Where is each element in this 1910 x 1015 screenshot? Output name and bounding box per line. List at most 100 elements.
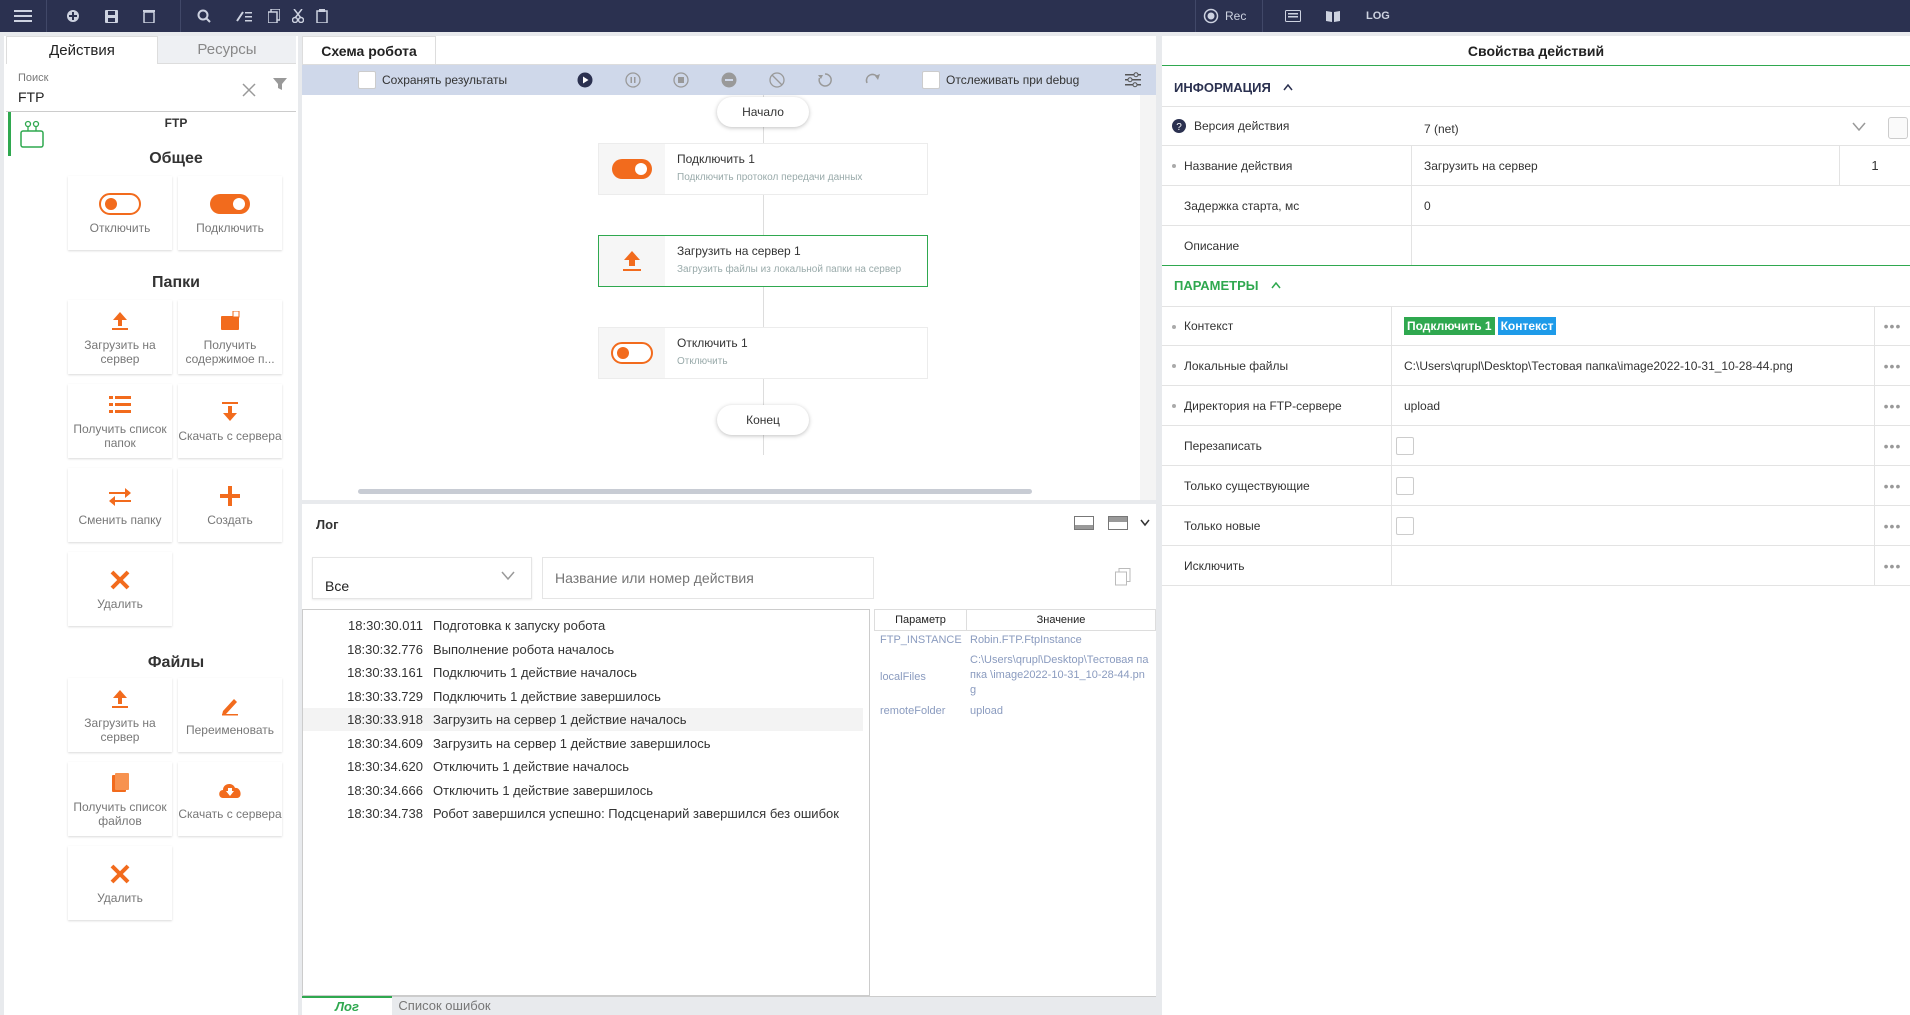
paste-icon[interactable] (314, 8, 330, 24)
edit-list-icon[interactable] (236, 8, 252, 24)
copy-icon[interactable] (1115, 568, 1131, 586)
filter-icon[interactable] (272, 76, 288, 92)
help-icon[interactable]: ? (1172, 119, 1186, 133)
log-row[interactable]: 18:30:34.666 Отключить 1 действие заверши… (303, 779, 863, 802)
block-icon[interactable] (769, 72, 785, 88)
log-row[interactable]: 18:30:33.918 Загрузить на сервер 1 действ… (303, 708, 863, 731)
log-button[interactable]: LOG (1366, 10, 1390, 22)
search-box[interactable]: Поиск FTP (6, 68, 296, 112)
search-input[interactable]: FTP (18, 89, 44, 105)
log-row[interactable]: 18:30:34.738 Робот завершился успешно: По… (303, 802, 863, 825)
log-message: Робот завершился успешно: Подсценарий за… (433, 806, 839, 821)
start-node[interactable]: Начало (717, 97, 809, 127)
upload-icon (112, 312, 128, 330)
rec-button[interactable]: Rec (1203, 8, 1246, 24)
tile-change-folder[interactable]: Сменить папку (68, 468, 172, 542)
stop-icon[interactable] (673, 72, 689, 88)
tab-schema[interactable]: Схема робота (302, 36, 436, 64)
tab-log[interactable]: Лог (302, 996, 392, 1015)
more-icon[interactable]: ••• (1874, 346, 1910, 385)
settings-sliders-icon[interactable] (1125, 72, 1141, 88)
log-row[interactable]: 18:30:34.620 Отключить 1 действие началос… (303, 755, 863, 778)
more-icon[interactable]: ••• (1874, 466, 1910, 505)
info-section-toggle[interactable]: ИНФОРМАЦИЯ (1174, 80, 1293, 95)
local-files-input[interactable]: C:\Users\qrupl\Desktop\Тестовая папка\im… (1392, 346, 1874, 385)
more-icon[interactable]: ••• (1874, 307, 1910, 345)
overwrite-checkbox[interactable] (1396, 436, 1414, 455)
node-disconnect[interactable]: Отключить 1 Отключить (598, 327, 928, 379)
restart-icon[interactable] (817, 72, 833, 88)
tile-get-folders[interactable]: Получить список папок (68, 384, 172, 458)
only-new-checkbox[interactable] (1396, 516, 1414, 535)
tile-create[interactable]: Создать (178, 468, 282, 542)
end-node[interactable]: Конец (717, 405, 809, 435)
tab-actions[interactable]: Действия (6, 36, 158, 64)
layout-top-icon[interactable] (1074, 516, 1094, 530)
params-section-toggle[interactable]: ПАРАМЕТРЫ (1174, 278, 1281, 293)
node-connect[interactable]: Подключить 1 Подключить протокол передачи… (598, 143, 928, 195)
log-row[interactable]: 18:30:33.729 Подключить 1 действие заверш… (303, 685, 863, 708)
name-number[interactable]: 1 (1840, 146, 1910, 185)
save-icon[interactable] (103, 8, 119, 24)
tab-errors[interactable]: Список ошибок (392, 996, 497, 1015)
chevron-down-icon[interactable] (1140, 519, 1150, 527)
description-input[interactable] (1412, 226, 1910, 265)
tab-resources[interactable]: Ресурсы (158, 36, 296, 64)
context-value[interactable]: Подключить 1 Контекст (1392, 307, 1874, 345)
log-time: 18:30:34.666 (347, 782, 423, 798)
more-icon[interactable]: ••• (1874, 506, 1910, 545)
save-results-checkbox[interactable]: Сохранять результаты (358, 71, 507, 89)
log-row[interactable]: 18:30:30.011 Подготовка к запуску робота (303, 614, 863, 637)
track-debug-checkbox[interactable]: Отслеживать при debug (922, 71, 1079, 89)
trash-icon[interactable] (141, 8, 157, 24)
pause-icon[interactable] (625, 72, 641, 88)
log-row[interactable]: 18:30:34.609 Загрузить на сервер 1 действ… (303, 732, 863, 755)
delay-input[interactable]: 0 (1412, 186, 1910, 225)
version-select[interactable]: 7 (net) (1412, 107, 1910, 145)
tile-upload[interactable]: Загрузить на сервер (68, 300, 172, 374)
node-upload[interactable]: Загрузить на сервер 1 Загрузить файлы из … (598, 235, 928, 287)
tile-get-contents[interactable]: Получить содержимое п... (178, 300, 282, 374)
tile-rename[interactable]: Переименовать (178, 678, 282, 752)
tile-disconnect[interactable]: Отключить (68, 176, 172, 250)
redo-icon[interactable] (865, 72, 881, 88)
play-icon[interactable] (577, 72, 593, 88)
context-tag-context[interactable]: Контекст (1497, 317, 1557, 335)
search-icon[interactable] (196, 8, 212, 24)
layout-bottom-icon[interactable] (1108, 516, 1128, 530)
tile-connect[interactable]: Подключить (178, 176, 282, 250)
keyboard-icon[interactable] (1285, 8, 1301, 24)
cut-icon[interactable] (290, 8, 306, 24)
tile-download[interactable]: Скачать с сервера (178, 384, 282, 458)
log-time: 18:30:34.738 (347, 806, 423, 821)
tile-delete[interactable]: Удалить (68, 552, 172, 626)
clear-icon[interactable] (242, 83, 256, 97)
vertical-scrollbar[interactable] (1140, 95, 1156, 500)
book-icon[interactable] (1325, 8, 1341, 24)
tile-download-file[interactable]: Скачать с сервера (178, 762, 282, 836)
log-row[interactable]: 18:30:32.776 Выполнение робота началось (303, 638, 863, 661)
more-icon[interactable]: ••• (1874, 386, 1910, 425)
schema-canvas[interactable]: Начало Подключить 1 Подключить протокол п… (302, 95, 1140, 490)
horizontal-scrollbar[interactable] (358, 489, 1032, 494)
log-row[interactable]: 18:30:33.161 Подключить 1 действие начало… (303, 661, 863, 684)
more-icon[interactable]: ••• (1874, 546, 1910, 585)
version-info-button[interactable] (1888, 117, 1908, 139)
ftp-dir-input[interactable]: upload (1392, 386, 1874, 425)
log-search-input[interactable] (542, 557, 874, 599)
copy-icon[interactable] (266, 8, 282, 24)
exclude-input[interactable] (1392, 546, 1874, 585)
menu-icon[interactable] (13, 8, 33, 24)
log-filter-select[interactable]: Все (312, 557, 532, 599)
minus-icon[interactable] (721, 72, 737, 88)
tile-get-files[interactable]: Получить список файлов (68, 762, 172, 836)
name-input[interactable]: Загрузить на сервер (1412, 146, 1840, 185)
group-ftp-selector[interactable] (8, 112, 50, 156)
tile-upload-file[interactable]: Загрузить на сервер (68, 678, 172, 752)
add-icon[interactable] (65, 8, 81, 24)
only-existing-checkbox[interactable] (1396, 476, 1414, 495)
tile-delete-file[interactable]: Удалить (68, 846, 172, 920)
more-icon[interactable]: ••• (1874, 426, 1910, 465)
log-time: 18:30:33.161 (347, 665, 423, 680)
context-tag-connect[interactable]: Подключить 1 (1404, 317, 1495, 335)
